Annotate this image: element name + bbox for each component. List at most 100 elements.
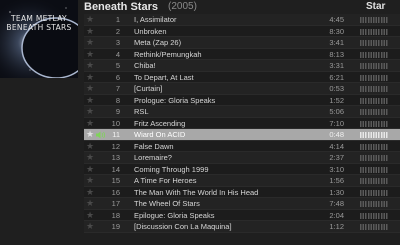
popularity-bars (360, 224, 388, 230)
popularity-bars (360, 109, 388, 115)
track-number: 17 (111, 199, 120, 208)
track-duration: 0:48 (329, 130, 344, 139)
track-duration: 5:06 (329, 107, 344, 116)
track-title: A Time For Heroes (134, 176, 197, 185)
star-icon[interactable]: ★ (86, 118, 94, 130)
track-row[interactable]: ★ 19 [Discussion Con La Maquina] 1:12 (84, 221, 400, 233)
track-number: 8 (115, 95, 120, 105)
track-list: ★ 1 I, Assimilator 4:45 ★ 2 Unbroken 8:30 ★ 3 Meta… (84, 14, 400, 233)
track-row[interactable]: ★ 6 To Depart, At Last 6:21 (84, 71, 400, 84)
star-icon[interactable]: ★ (86, 72, 94, 84)
track-duration: 1:56 (329, 176, 344, 185)
popularity-bars (360, 63, 388, 69)
track-row[interactable]: ★ 16 The Man With The World In His Head 1:3… (84, 186, 400, 199)
track-title: Fritz Ascending (134, 118, 186, 128)
track-duration: 4:14 (329, 141, 344, 151)
track-row[interactable]: ★ 1 I, Assimilator 4:45 (84, 14, 400, 26)
track-duration: 3:31 (329, 61, 344, 70)
track-number: 19 (111, 222, 120, 231)
track-title: Epilogue: Gloria Speaks (134, 210, 215, 220)
track-number: 5 (115, 61, 120, 70)
track-number: 1 (115, 15, 120, 24)
star-icon[interactable]: ★ (86, 187, 94, 199)
star-icon[interactable]: ★ (86, 37, 94, 49)
album-cover: TEAM METLAY BENEATH STARS (0, 0, 78, 78)
track-row[interactable]: ★ 8 Prologue: Gloria Speaks 1:52 (84, 94, 400, 107)
track-title: Chiba! (134, 61, 156, 70)
track-duration: 2:04 (329, 210, 344, 220)
track-title: Unbroken (134, 26, 167, 36)
star-icon[interactable]: ★ (86, 152, 94, 164)
track-row[interactable]: ★ 7 [Curtain] 0:53 (84, 83, 400, 95)
track-duration: 0:53 (329, 84, 344, 93)
track-row[interactable]: ★ 2 Unbroken 8:30 (84, 25, 400, 38)
track-row[interactable]: ★ 13 Loremaire? 2:37 (84, 152, 400, 164)
track-duration: 1:30 (329, 187, 344, 197)
popularity-bars (360, 74, 388, 81)
track-number: 6 (115, 72, 120, 82)
star-icon[interactable]: ★ (86, 221, 94, 233)
track-row[interactable]: ★ 3 Meta (Zap 26) 3:41 (84, 37, 400, 49)
track-title: [Discussion Con La Maquina] (134, 222, 232, 231)
popularity-bars (360, 28, 388, 35)
track-title: Coming Through 1999 (134, 164, 209, 174)
track-row[interactable]: ★ 17 The Wheel Of Stars 7:48 (84, 198, 400, 210)
star-icon[interactable]: ★ (86, 14, 94, 26)
track-duration: 6:21 (329, 72, 344, 82)
popularity-bars (360, 201, 388, 207)
track-title: I, Assimilator (134, 15, 177, 24)
popularity-bars (360, 40, 388, 46)
track-duration: 1:52 (329, 95, 344, 105)
star-icon[interactable]: ★ (86, 210, 94, 222)
star-icon[interactable]: ★ (86, 83, 94, 95)
track-title: False Dawn (134, 141, 174, 151)
track-title: Wiard On ACID (134, 130, 186, 139)
popularity-bars (360, 17, 388, 23)
popularity-bars (360, 120, 388, 127)
popularity-bars (360, 51, 388, 58)
track-number: 15 (111, 176, 120, 185)
star-icon[interactable]: ★ (86, 26, 94, 38)
track-duration: 1:12 (329, 222, 344, 231)
star-icon[interactable]: ★ (86, 95, 94, 107)
star-icon[interactable]: ★ (86, 106, 94, 118)
track-row[interactable]: ★ 11 Wiard On ACID 0:48 (84, 129, 400, 141)
star-column-header[interactable]: Star (366, 0, 385, 14)
album-header: Beneath Stars (2005) Star (84, 0, 400, 14)
track-title: Rethink/Pemungkah (134, 49, 202, 59)
track-row[interactable]: ★ 10 Fritz Ascending 7:10 (84, 117, 400, 130)
track-title: Meta (Zap 26) (134, 38, 182, 47)
track-number: 16 (111, 187, 120, 197)
track-row[interactable]: ★ 18 Epilogue: Gloria Speaks 2:04 (84, 209, 400, 222)
star-icon[interactable]: ★ (86, 198, 94, 210)
popularity-bars (360, 189, 388, 196)
track-duration: 4:45 (329, 15, 344, 24)
cover-album-text: BENEATH STARS (6, 23, 72, 32)
track-row[interactable]: ★ 12 False Dawn 4:14 (84, 140, 400, 153)
track-number: 4 (115, 49, 120, 59)
track-title: The Man With The World In His Head (134, 187, 259, 197)
star-icon[interactable]: ★ (86, 60, 94, 72)
track-number: 12 (111, 141, 120, 151)
star-icon[interactable]: ★ (86, 164, 94, 176)
track-row[interactable]: ★ 14 Coming Through 1999 3:10 (84, 163, 400, 176)
track-title: Prologue: Gloria Speaks (134, 95, 216, 105)
popularity-bars (360, 212, 388, 219)
star-icon[interactable]: ★ (86, 49, 94, 61)
track-row[interactable]: ★ 4 Rethink/Pemungkah 8:13 (84, 48, 400, 61)
track-title: Loremaire? (134, 153, 172, 162)
popularity-bars (360, 97, 388, 104)
track-number: 18 (111, 210, 120, 220)
track-row[interactable]: ★ 15 A Time For Heroes 1:56 (84, 175, 400, 187)
track-title: [Curtain] (134, 84, 163, 93)
track-duration: 2:37 (329, 153, 344, 162)
track-row[interactable]: ★ 9 RSL 5:06 (84, 106, 400, 118)
track-number: 10 (111, 118, 120, 128)
track-row[interactable]: ★ 5 Chiba! 3:31 (84, 60, 400, 72)
track-duration: 3:41 (329, 38, 344, 47)
album-title: Beneath Stars (84, 1, 158, 13)
track-number: 11 (112, 130, 120, 139)
star-icon[interactable]: ★ (86, 141, 94, 153)
star-icon[interactable]: ★ (86, 129, 94, 141)
star-icon[interactable]: ★ (86, 175, 94, 187)
